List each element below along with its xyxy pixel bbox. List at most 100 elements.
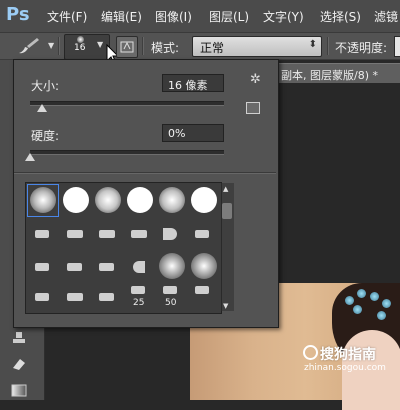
brush-preset-tip[interactable] [92,250,124,283]
brush-preset-soft-round[interactable] [92,184,124,217]
menu-file[interactable]: 文件(F) [47,8,87,25]
brush-presets-grid: 25 50 [25,182,222,314]
brush-tip-icon [133,261,145,273]
document-tab-title: 副本, 图层蒙版/8) * [281,69,378,82]
brush-size-number: 16 [74,43,86,53]
brush-preset-tip[interactable] [124,217,156,250]
gradient-tool-icon[interactable] [9,382,29,398]
brush-tip-icon [35,263,49,271]
brush-preset-tip[interactable] [188,283,220,313]
clone-stamp-tool-icon[interactable] [9,330,29,346]
gear-icon[interactable]: ✲ [250,72,261,87]
hair-ornament [370,292,379,301]
hair-ornament [345,296,354,305]
menu-layer[interactable]: 图层(L) [209,8,249,25]
new-preset-icon[interactable] [246,102,260,114]
hair-ornament [382,299,391,308]
blend-mode-value: 正常 [200,41,225,55]
hair-ornament [353,305,362,314]
brush-tip-icon [35,293,49,301]
blend-mode-select[interactable]: 正常 ⬍ [192,36,322,57]
brush-preset-fan-tip[interactable] [156,217,188,250]
brush-preset-25[interactable]: 25 [124,283,156,313]
watermark-text: 搜狗指南 [320,347,376,363]
hard-round-icon [191,187,217,213]
brush-preset-tip[interactable] [27,217,59,250]
brush-tip-icon [131,286,145,294]
brush-picker-arrow-icon[interactable]: ▼ [97,40,103,49]
brush-tip-icon [67,293,83,301]
brush-preset-tip[interactable] [27,283,59,313]
brush-tip-icon [163,286,177,294]
brush-preset-tip[interactable] [27,250,59,283]
brush-tip-icon [67,263,82,271]
menu-edit[interactable]: 编辑(E) [101,8,142,25]
scroll-down-icon[interactable]: ▼ [223,302,228,310]
brush-tip-icon [99,230,115,238]
hardness-slider-thumb[interactable] [25,153,35,161]
size-input[interactable]: 16 像素 [162,74,224,92]
brush-tip-icon [99,263,114,271]
separator [327,37,329,55]
brush-preset-number: 25 [133,298,145,308]
scrollbar-thumb[interactable] [222,203,232,219]
brush-preset-tip[interactable] [60,283,92,313]
size-slider-track[interactable] [30,101,224,106]
soft-round-icon [159,187,185,213]
brush-preset-tip[interactable] [92,283,124,313]
brush-preset-soft-round[interactable] [188,250,220,283]
brush-preset-tip[interactable] [92,217,124,250]
watermark-logo-icon [303,345,318,360]
brush-panel-toggle-button[interactable] [116,36,138,58]
size-slider-thumb[interactable] [36,104,47,112]
brush-preset-hard-round[interactable] [188,184,220,217]
eraser-tool-icon[interactable] [9,356,29,372]
hardness-input[interactable]: 0% [162,124,224,142]
separator [142,37,144,55]
brush-tip-icon [35,230,49,238]
brush-preset-50[interactable]: 50 [156,283,188,313]
brush-tip-icon [195,286,209,294]
brush-tip-icon [67,230,83,238]
opacity-label: 不透明度: [335,41,388,55]
watermark-url: zhinan.sogou.com [304,363,386,373]
fan-brush-icon [163,228,177,240]
photoshop-logo: Ps [6,4,30,25]
menu-select[interactable]: 选择(S) [320,8,361,25]
scroll-up-icon[interactable]: ▲ [223,185,228,193]
select-arrows-icon: ⬍ [308,39,317,50]
brush-tip-preview-icon [77,36,84,43]
hard-round-icon [63,187,89,213]
brush-preset-hard-round[interactable] [124,184,156,217]
size-label: 大小: [31,79,60,93]
brush-tip-icon [195,230,209,238]
opacity-input[interactable] [394,36,400,57]
menu-filter[interactable]: 滤镜 [374,8,398,25]
hair-ornament [377,311,386,320]
brush-preset-tip[interactable] [60,217,92,250]
brush-preset-number: 50 [165,298,177,308]
hardness-label: 硬度: [31,129,60,143]
soft-round-icon [95,187,121,213]
brush-preset-soft-round[interactable] [156,184,188,217]
menu-type[interactable]: 文字(Y) [263,8,304,25]
brush-tool-icon[interactable] [16,36,42,56]
separator [58,37,60,55]
brush-tip-icon [99,293,114,301]
hard-round-icon [127,187,153,213]
brush-preset-tip[interactable] [124,250,156,283]
brush-preset-soft-round[interactable] [156,250,188,283]
brush-preset-soft-round[interactable] [27,184,59,217]
brush-preset-hard-round[interactable] [60,184,92,217]
document-tab[interactable]: 副本, 图层蒙版/8) * [278,63,400,84]
tool-preset-dropdown-icon[interactable]: ▼ [48,41,54,50]
brush-preset-tip[interactable] [188,217,220,250]
hardness-slider-track[interactable] [30,150,224,155]
brush-tip-icon [131,230,147,238]
brush-preset-tip[interactable] [60,250,92,283]
menu-image[interactable]: 图像(I) [155,8,192,25]
soft-round-icon [191,253,217,279]
soft-round-icon [159,253,185,279]
divider [14,172,276,174]
soft-round-icon [30,187,56,213]
